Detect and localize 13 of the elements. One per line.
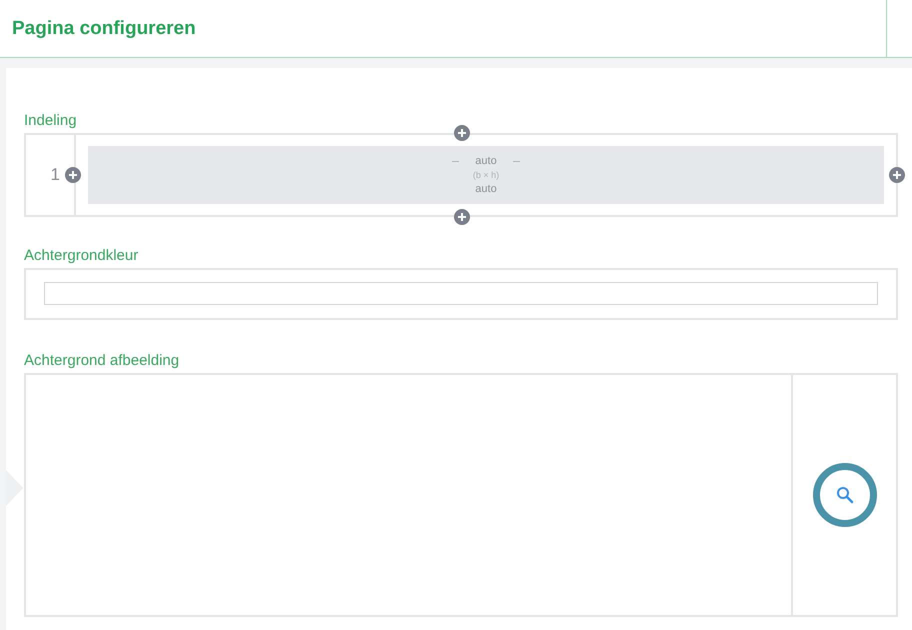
height-value: auto — [475, 182, 497, 196]
section-label: Achtergrondkleur — [24, 247, 138, 264]
add-icon[interactable] — [454, 209, 470, 225]
page-title: Pagina configureren — [12, 18, 196, 40]
section-label: Achtergrond afbeelding — [24, 352, 180, 369]
color-input-field[interactable] — [44, 282, 878, 305]
row-number: 1 — [50, 165, 60, 185]
section-label: Indeling — [24, 112, 77, 129]
add-icon[interactable] — [65, 167, 81, 183]
search-icon — [836, 486, 854, 504]
add-icon[interactable] — [454, 125, 470, 141]
add-icon[interactable] — [889, 167, 905, 183]
width-value: auto — [475, 154, 497, 168]
